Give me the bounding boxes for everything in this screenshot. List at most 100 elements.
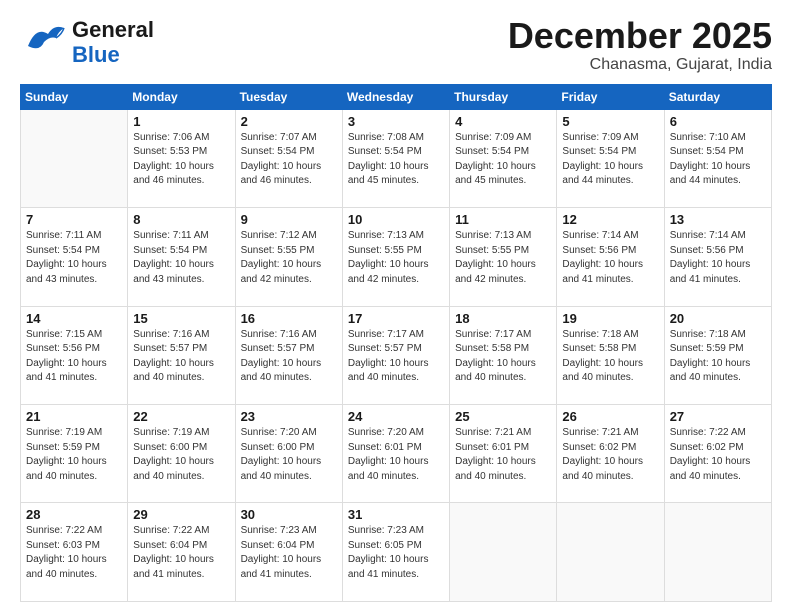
calendar-cell: 17 Sunrise: 7:17 AM Sunset: 5:57 PM Dayli…	[342, 306, 449, 404]
weekday-header-saturday: Saturday	[664, 84, 771, 109]
calendar-cell: 24 Sunrise: 7:20 AM Sunset: 6:01 PM Dayli…	[342, 405, 449, 503]
day-info: Sunrise: 7:22 AM Sunset: 6:04 PM Dayligh…	[133, 524, 229, 582]
calendar-cell: 22 Sunrise: 7:19 AM Sunset: 6:00 PM Dayli…	[128, 405, 235, 503]
calendar-cell: 25Sunrise: 7:21 AM Sunset: 6:01 PM Dayli…	[450, 405, 557, 503]
day-number: 31	[348, 507, 444, 522]
day-info: Sunrise: 7:08 AM Sunset: 5:54 PM Dayligh…	[348, 131, 444, 189]
calendar-cell: 19 Sunrise: 7:18 AM Sunset: 5:58 PM Dayli…	[557, 306, 664, 404]
calendar-cell: 6 Sunrise: 7:10 AM Sunset: 5:54 PM Daylig…	[664, 109, 771, 207]
day-number: 27	[670, 409, 766, 424]
day-info: Sunrise: 7:19 AM Sunset: 5:59 PM Dayligh…	[26, 426, 122, 484]
day-info: Sunrise: 7:18 AM Sunset: 5:58 PM Dayligh…	[562, 328, 658, 386]
day-info: Sunrise: 7:12 AM Sunset: 5:55 PM Dayligh…	[241, 229, 337, 287]
calendar-cell: 9 Sunrise: 7:12 AM Sunset: 5:55 PM Daylig…	[235, 208, 342, 306]
day-info: Sunrise: 7:09 AM Sunset: 5:54 PM Dayligh…	[562, 131, 658, 189]
day-info: Sunrise: 7:16 AM Sunset: 5:57 PM Dayligh…	[241, 328, 337, 386]
calendar-cell: 15Sunrise: 7:16 AM Sunset: 5:57 PM Dayli…	[128, 306, 235, 404]
page: General Blue December 2025 Chanasma, Guj…	[0, 0, 792, 612]
calendar-cell: 5 Sunrise: 7:09 AM Sunset: 5:54 PM Daylig…	[557, 109, 664, 207]
day-number: 26	[562, 409, 658, 424]
day-info: Sunrise: 7:13 AM Sunset: 5:55 PM Dayligh…	[455, 229, 551, 287]
calendar-cell: 1Sunrise: 7:06 AM Sunset: 5:53 PM Daylig…	[128, 109, 235, 207]
day-number: 24	[348, 409, 444, 424]
week-row-4: 21 Sunrise: 7:19 AM Sunset: 5:59 PM Dayli…	[21, 405, 772, 503]
calendar-cell: 10 Sunrise: 7:13 AM Sunset: 5:55 PM Dayli…	[342, 208, 449, 306]
day-number: 10	[348, 212, 444, 227]
day-info: Sunrise: 7:22 AM Sunset: 6:02 PM Dayligh…	[670, 426, 766, 484]
day-number: 12	[562, 212, 658, 227]
day-number: 23	[241, 409, 337, 424]
weekday-header-row: SundayMondayTuesdayWednesdayThursdayFrid…	[21, 84, 772, 109]
day-number: 6	[670, 114, 766, 129]
day-number: 17	[348, 311, 444, 326]
day-number: 13	[670, 212, 766, 227]
day-info: Sunrise: 7:17 AM Sunset: 5:58 PM Dayligh…	[455, 328, 551, 386]
calendar-cell	[21, 109, 128, 207]
calendar-cell: 20Sunrise: 7:18 AM Sunset: 5:59 PM Dayli…	[664, 306, 771, 404]
day-number: 21	[26, 409, 122, 424]
calendar-cell: 16Sunrise: 7:16 AM Sunset: 5:57 PM Dayli…	[235, 306, 342, 404]
location: Chanasma, Gujarat, India	[508, 56, 772, 74]
calendar-cell: 29 Sunrise: 7:22 AM Sunset: 6:04 PM Dayli…	[128, 503, 235, 602]
calendar-cell: 4Sunrise: 7:09 AM Sunset: 5:54 PM Daylig…	[450, 109, 557, 207]
day-info: Sunrise: 7:14 AM Sunset: 5:56 PM Dayligh…	[562, 229, 658, 287]
day-info: Sunrise: 7:20 AM Sunset: 6:01 PM Dayligh…	[348, 426, 444, 484]
day-info: Sunrise: 7:11 AM Sunset: 5:54 PM Dayligh…	[26, 229, 122, 287]
calendar-cell: 11Sunrise: 7:13 AM Sunset: 5:55 PM Dayli…	[450, 208, 557, 306]
calendar-cell: 8Sunrise: 7:11 AM Sunset: 5:54 PM Daylig…	[128, 208, 235, 306]
day-number: 4	[455, 114, 551, 129]
title-block: December 2025 Chanasma, Gujarat, India	[508, 16, 772, 74]
calendar-cell: 30 Sunrise: 7:23 AM Sunset: 6:04 PM Dayli…	[235, 503, 342, 602]
logo: General Blue	[20, 16, 154, 69]
calendar-cell: 12 Sunrise: 7:14 AM Sunset: 5:56 PM Dayli…	[557, 208, 664, 306]
day-info: Sunrise: 7:20 AM Sunset: 6:00 PM Dayligh…	[241, 426, 337, 484]
day-number: 15	[133, 311, 229, 326]
header: General Blue December 2025 Chanasma, Guj…	[20, 16, 772, 74]
calendar-cell: 21 Sunrise: 7:19 AM Sunset: 5:59 PM Dayli…	[21, 405, 128, 503]
calendar-cell: 7 Sunrise: 7:11 AM Sunset: 5:54 PM Daylig…	[21, 208, 128, 306]
day-number: 30	[241, 507, 337, 522]
day-number: 28	[26, 507, 122, 522]
calendar-cell	[557, 503, 664, 602]
day-number: 20	[670, 311, 766, 326]
day-info: Sunrise: 7:17 AM Sunset: 5:57 PM Dayligh…	[348, 328, 444, 386]
day-info: Sunrise: 7:15 AM Sunset: 5:56 PM Dayligh…	[26, 328, 122, 386]
day-number: 3	[348, 114, 444, 129]
day-info: Sunrise: 7:23 AM Sunset: 6:04 PM Dayligh…	[241, 524, 337, 582]
calendar-cell: 18 Sunrise: 7:17 AM Sunset: 5:58 PM Dayli…	[450, 306, 557, 404]
logo-text: General Blue	[72, 18, 154, 66]
calendar-table: SundayMondayTuesdayWednesdayThursdayFrid…	[20, 84, 772, 602]
day-number: 14	[26, 311, 122, 326]
weekday-header-sunday: Sunday	[21, 84, 128, 109]
month-title: December 2025	[508, 16, 772, 56]
day-number: 19	[562, 311, 658, 326]
week-row-5: 28Sunrise: 7:22 AM Sunset: 6:03 PM Dayli…	[21, 503, 772, 602]
logo-icon	[20, 16, 68, 69]
week-row-2: 7 Sunrise: 7:11 AM Sunset: 5:54 PM Daylig…	[21, 208, 772, 306]
day-info: Sunrise: 7:11 AM Sunset: 5:54 PM Dayligh…	[133, 229, 229, 287]
day-info: Sunrise: 7:10 AM Sunset: 5:54 PM Dayligh…	[670, 131, 766, 189]
day-number: 9	[241, 212, 337, 227]
day-info: Sunrise: 7:21 AM Sunset: 6:02 PM Dayligh…	[562, 426, 658, 484]
day-number: 2	[241, 114, 337, 129]
day-info: Sunrise: 7:19 AM Sunset: 6:00 PM Dayligh…	[133, 426, 229, 484]
calendar-cell: 13Sunrise: 7:14 AM Sunset: 5:56 PM Dayli…	[664, 208, 771, 306]
week-row-3: 14 Sunrise: 7:15 AM Sunset: 5:56 PM Dayli…	[21, 306, 772, 404]
day-number: 22	[133, 409, 229, 424]
day-number: 5	[562, 114, 658, 129]
day-number: 29	[133, 507, 229, 522]
weekday-header-wednesday: Wednesday	[342, 84, 449, 109]
day-number: 7	[26, 212, 122, 227]
calendar-cell: 2Sunrise: 7:07 AM Sunset: 5:54 PM Daylig…	[235, 109, 342, 207]
weekday-header-monday: Monday	[128, 84, 235, 109]
weekday-header-tuesday: Tuesday	[235, 84, 342, 109]
day-number: 18	[455, 311, 551, 326]
calendar-cell: 28Sunrise: 7:22 AM Sunset: 6:03 PM Dayli…	[21, 503, 128, 602]
calendar-cell	[664, 503, 771, 602]
day-info: Sunrise: 7:13 AM Sunset: 5:55 PM Dayligh…	[348, 229, 444, 287]
calendar-cell: 31Sunrise: 7:23 AM Sunset: 6:05 PM Dayli…	[342, 503, 449, 602]
day-number: 25	[455, 409, 551, 424]
calendar-cell: 26 Sunrise: 7:21 AM Sunset: 6:02 PM Dayli…	[557, 405, 664, 503]
calendar-cell	[450, 503, 557, 602]
week-row-1: 1Sunrise: 7:06 AM Sunset: 5:53 PM Daylig…	[21, 109, 772, 207]
